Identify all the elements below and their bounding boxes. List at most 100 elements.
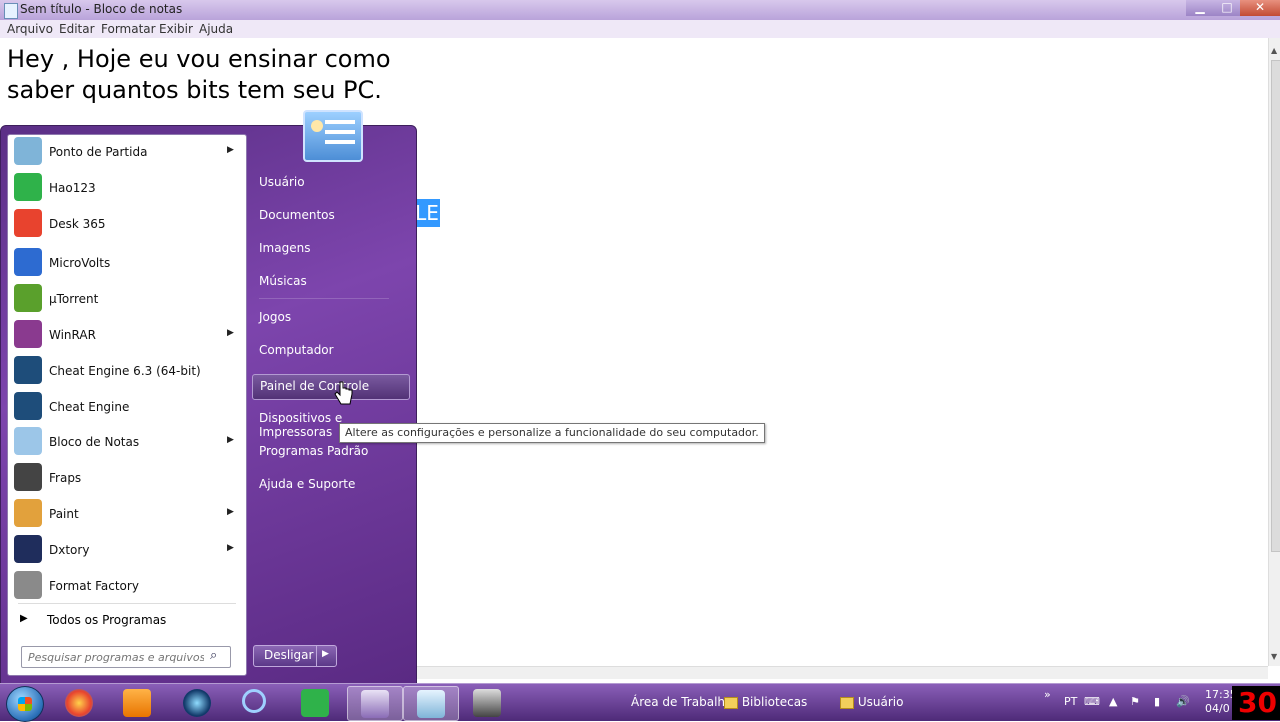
- language-indicator[interactable]: PT: [1064, 695, 1077, 708]
- start-menu-link[interactable]: Painel de Controle: [252, 374, 410, 400]
- menu-exibir[interactable]: Exibir: [159, 22, 193, 36]
- notepad-icon: [417, 690, 445, 718]
- start-button[interactable]: [6, 686, 44, 722]
- winrar-icon: [14, 320, 42, 348]
- program-label: µTorrent: [49, 292, 99, 306]
- program-label: Cheat Engine 6.3 (64-bit): [49, 364, 201, 378]
- paint-icon: [361, 690, 389, 718]
- menu-ajuda[interactable]: Ajuda: [199, 22, 233, 36]
- submenu-arrow-icon[interactable]: ▶: [227, 328, 234, 338]
- toolbar-desktop[interactable]: Área de Trabalho: [631, 695, 732, 709]
- start-menu-link-label: Computador: [259, 343, 334, 357]
- program-item[interactable]: Cheat Engine: [8, 390, 246, 424]
- taskbar: Área de Trabalho Bibliotecas Usuário » P…: [0, 683, 1280, 722]
- program-item[interactable]: Fraps: [8, 461, 246, 495]
- start-menu-link-label: Programas Padrão: [259, 444, 369, 458]
- program-label: Bloco de Notas: [49, 435, 140, 449]
- horizontal-scrollbar[interactable]: [414, 666, 1268, 679]
- program-item[interactable]: Dxtory ▶: [8, 533, 246, 567]
- program-item[interactable]: Format Factory: [8, 569, 246, 603]
- all-programs-button[interactable]: ▶ Todos os Programas: [8, 609, 246, 631]
- selected-text: LE: [414, 199, 440, 227]
- toolbar-more-icon[interactable]: »: [1044, 688, 1051, 701]
- toolbar-user-label: Usuário: [857, 695, 904, 709]
- notepad-icon: [14, 427, 42, 455]
- action-center-icon[interactable]: ⚑: [1130, 695, 1140, 708]
- taskbar-fraps[interactable]: [460, 686, 514, 719]
- program-item[interactable]: Hao123: [8, 171, 246, 205]
- submenu-arrow-icon[interactable]: ▶: [227, 145, 234, 155]
- program-item[interactable]: MicroVolts: [8, 246, 246, 280]
- start-menu-link[interactable]: Programas Padrão: [252, 440, 408, 464]
- windows-logo-icon: [18, 697, 32, 711]
- program-label: Desk 365: [49, 217, 106, 231]
- start-menu-link[interactable]: Computador: [252, 339, 408, 363]
- magnifier-icon: [242, 689, 266, 713]
- taskbar-notepad[interactable]: [403, 686, 459, 721]
- submenu-arrow-icon[interactable]: ▶: [227, 435, 234, 445]
- start-menu-link[interactable]: Usuário: [252, 171, 408, 195]
- scroll-thumb[interactable]: [1271, 60, 1280, 552]
- maximize-button[interactable]: □: [1214, 0, 1240, 16]
- submenu-arrow-icon[interactable]: ▶: [227, 543, 234, 553]
- start-menu-link[interactable]: Jogos: [252, 306, 408, 330]
- taskbar-control-panel[interactable]: [347, 686, 403, 721]
- start-menu-link-label: Ajuda e Suporte: [259, 477, 356, 491]
- menu-editar[interactable]: Editar: [59, 22, 95, 36]
- program-item[interactable]: Ponto de Partida ▶: [8, 135, 246, 169]
- program-item[interactable]: Desk 365: [8, 207, 246, 241]
- notepad-icon: [4, 3, 18, 19]
- control-panel-icon: [311, 120, 323, 132]
- program-item[interactable]: µTorrent: [8, 282, 246, 316]
- editor-line: Hey , Hoje eu vou ensinar como: [7, 45, 391, 73]
- taskbar-desk365[interactable]: [52, 686, 106, 719]
- divider: [259, 298, 389, 299]
- start-menu-link[interactable]: Documentos: [252, 204, 408, 228]
- scroll-up-icon[interactable]: ▲: [1271, 46, 1277, 55]
- menu-arquivo[interactable]: Arquivo: [7, 22, 53, 36]
- show-hidden-icons-icon[interactable]: ▲: [1109, 695, 1117, 708]
- search-input[interactable]: [26, 648, 206, 666]
- program-label: Ponto de Partida: [49, 145, 148, 159]
- close-button[interactable]: ✕: [1240, 0, 1280, 16]
- network-icon[interactable]: ▮: [1154, 695, 1160, 708]
- desk365-icon: [65, 689, 93, 717]
- keyboard-icon[interactable]: ⌨: [1084, 695, 1100, 708]
- taskbar-media-player[interactable]: [110, 686, 164, 719]
- divider: [18, 603, 236, 604]
- start-menu-link[interactable]: Ajuda e Suporte: [252, 473, 408, 497]
- program-item[interactable]: Paint ▶: [8, 497, 246, 531]
- triangle-right-icon: ▶: [20, 613, 28, 624]
- search-box[interactable]: ⌕: [21, 646, 231, 668]
- scroll-down-icon[interactable]: ▼: [1271, 652, 1277, 661]
- program-item[interactable]: Cheat Engine 6.3 (64-bit): [8, 354, 246, 388]
- submenu-arrow-icon[interactable]: ▶: [227, 507, 234, 517]
- cheat-engine-icon: [14, 392, 42, 420]
- taskbar-search[interactable]: [229, 686, 283, 719]
- shutdown-options-icon[interactable]: ▶: [322, 649, 329, 659]
- program-item[interactable]: WinRAR ▶: [8, 318, 246, 352]
- toolbar-user[interactable]: Usuário: [840, 695, 903, 709]
- program-item[interactable]: Bloco de Notas ▶: [8, 425, 246, 459]
- start-menu-link[interactable]: Imagens: [252, 237, 408, 261]
- start-menu-link-label: Músicas: [259, 274, 307, 288]
- taskbar-app[interactable]: [170, 686, 224, 719]
- minimize-button[interactable]: ▁: [1186, 0, 1214, 16]
- menu-formatar[interactable]: Formatar: [101, 22, 156, 36]
- shutdown-button[interactable]: Desligar ▶: [253, 645, 337, 667]
- window-titlebar[interactable]: Sem título - Bloco de notas ▁ □ ✕: [0, 0, 1280, 20]
- vertical-scrollbar[interactable]: ▲ ▼: [1268, 38, 1280, 666]
- user-picture[interactable]: [303, 110, 363, 162]
- start-menu-link[interactable]: Músicas: [252, 270, 408, 294]
- toolbar-libraries[interactable]: Bibliotecas: [724, 695, 807, 709]
- fraps-icon: [473, 689, 501, 717]
- program-label: Paint: [49, 507, 79, 521]
- format-factory-icon: [14, 571, 42, 599]
- taskbar-hao123[interactable]: [288, 686, 342, 719]
- program-label: WinRAR: [49, 328, 96, 342]
- microvolts-icon: [14, 248, 42, 276]
- start-menu: Ponto de Partida ▶ Hao123 Desk 365 MicroVolt…: [0, 110, 417, 685]
- search-icon[interactable]: ⌕: [210, 648, 217, 663]
- camera-icon: [183, 689, 211, 717]
- volume-icon[interactable]: 🔊: [1176, 695, 1190, 708]
